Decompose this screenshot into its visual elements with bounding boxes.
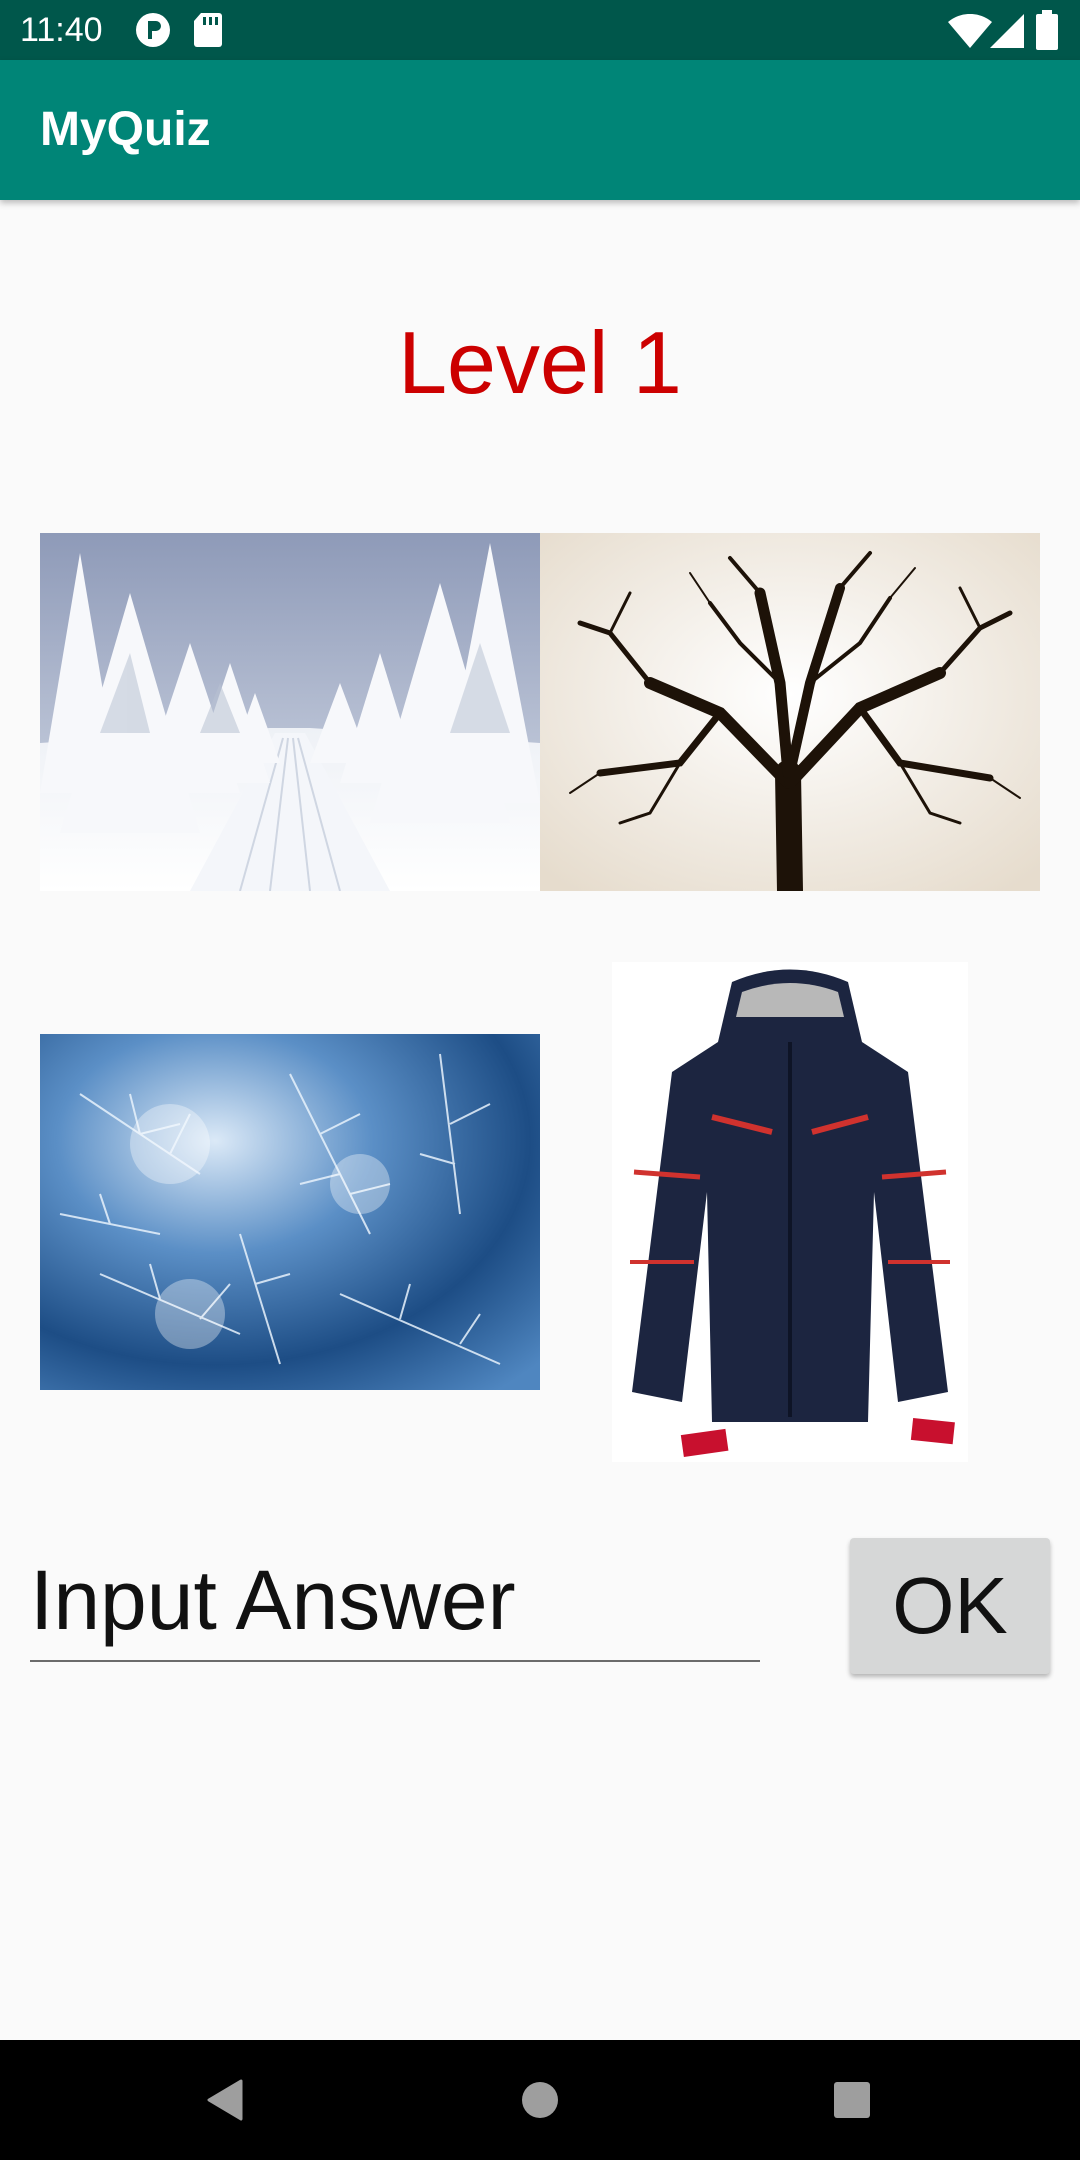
frost-crystals-image	[40, 1034, 540, 1390]
sd-card-icon	[193, 12, 223, 53]
battery-icon	[1036, 10, 1058, 55]
ok-button[interactable]: OK	[850, 1538, 1050, 1674]
app-title: MyQuiz	[40, 103, 211, 156]
wifi-icon	[948, 13, 992, 53]
bare-tree-image	[540, 533, 1040, 891]
status-time: 11:40	[20, 11, 103, 49]
back-icon	[207, 2079, 243, 2121]
app-bar: MyQuiz	[0, 60, 1080, 200]
snowy-road-image	[40, 533, 540, 891]
answer-input[interactable]	[30, 1540, 760, 1662]
cell-signal-icon	[990, 14, 1024, 53]
home-icon	[522, 2082, 558, 2118]
level-title: Level 1	[398, 313, 682, 412]
status-bar: 11:40	[0, 0, 1080, 60]
app-notification-icon	[135, 12, 171, 53]
back-button[interactable]	[165, 2040, 285, 2160]
navigation-bar	[0, 2040, 1080, 2160]
home-button[interactable]	[480, 2040, 600, 2160]
winter-jacket-image	[612, 962, 968, 1462]
recents-button[interactable]	[792, 2040, 912, 2160]
recents-icon	[834, 2082, 870, 2118]
